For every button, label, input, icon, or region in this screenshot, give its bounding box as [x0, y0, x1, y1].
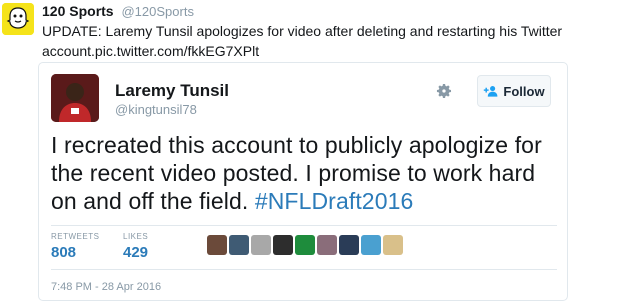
gear-icon[interactable]	[435, 82, 453, 100]
person-avatar-icon	[51, 74, 99, 122]
embedded-tweet-text: I recreated this account to publicly apo…	[51, 131, 561, 215]
liker-avatar-6[interactable]	[317, 235, 337, 255]
outer-author-name[interactable]: 120 Sports	[42, 3, 114, 19]
liker-avatar-2[interactable]	[229, 235, 249, 255]
retweets-label: RETWEETS	[51, 232, 100, 241]
embedded-author-name[interactable]: Laremy Tunsil	[115, 81, 229, 101]
outer-tweet-header: 120 Sports @120Sports	[42, 2, 194, 21]
add-user-icon	[484, 86, 498, 97]
outer-author-handle[interactable]: @120Sports	[121, 4, 193, 19]
divider-bottom	[51, 269, 557, 270]
likes-stat[interactable]: LIKES 429	[123, 232, 148, 261]
hashtag-link[interactable]: #NFLDraft2016	[255, 188, 414, 214]
divider-top	[51, 225, 557, 226]
outer-tweet-text: UPDATE: Laremy Tunsil apologizes for vid…	[42, 23, 563, 59]
likes-count: 429	[123, 244, 149, 261]
likes-label: LIKES	[123, 232, 149, 241]
liker-avatar-7[interactable]	[339, 235, 359, 255]
liker-avatar-9[interactable]	[383, 235, 403, 255]
liker-avatar-8[interactable]	[361, 235, 381, 255]
retweets-stat[interactable]: RETWEETS 808	[51, 232, 99, 261]
retweets-count: 808	[51, 244, 77, 261]
liker-avatars	[207, 235, 403, 255]
outer-avatar[interactable]	[2, 3, 34, 35]
tweet-timestamp[interactable]: 7:48 PM - 28 Apr 2016	[51, 281, 161, 293]
embedded-author-avatar[interactable]	[51, 74, 99, 122]
embedded-author-handle[interactable]: @kingtunsil78	[115, 102, 197, 117]
embedded-tweet-card[interactable]: Laremy Tunsil @kingtunsil78 Follow I rec…	[38, 62, 568, 301]
ghost-logo-icon	[2, 3, 34, 35]
follow-button[interactable]: Follow	[477, 75, 551, 107]
liker-avatar-1[interactable]	[207, 235, 227, 255]
follow-button-label: Follow	[503, 83, 545, 99]
liker-avatar-4[interactable]	[273, 235, 293, 255]
liker-avatar-3[interactable]	[251, 235, 271, 255]
liker-avatar-5[interactable]	[295, 235, 315, 255]
